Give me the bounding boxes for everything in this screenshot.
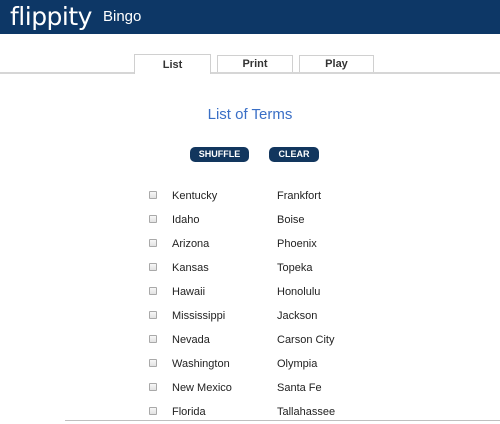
term-label: Arizona [172, 238, 210, 250]
definition-label: Boise [277, 214, 305, 226]
definition-label: Jackson [277, 310, 318, 322]
term-label: Idaho [172, 214, 200, 226]
term-label: Florida [172, 406, 206, 418]
term-checkbox[interactable] [149, 407, 157, 415]
term-checkbox[interactable] [149, 287, 157, 295]
term-row: Kansas Topeka [0, 256, 500, 280]
definition-label: Phoenix [277, 238, 317, 250]
term-label: Kentucky [172, 190, 218, 202]
tabs-divider [0, 72, 500, 74]
page-title: List of Terms [207, 106, 293, 123]
term-row: Idaho Boise [0, 208, 500, 232]
term-label: Nevada [172, 334, 210, 346]
flippity-logo[interactable]: flippity [10, 0, 92, 34]
term-row: Arizona Phoenix [0, 232, 500, 256]
tab-list[interactable]: List [134, 54, 211, 74]
term-row: Nevada Carson City [0, 328, 500, 352]
definition-label: Olympia [277, 358, 318, 370]
term-label: Hawaii [172, 286, 206, 298]
term-label: Mississippi [172, 310, 226, 322]
term-checkbox[interactable] [149, 215, 157, 223]
term-label: New Mexico [172, 382, 232, 394]
shuffle-button[interactable]: SHUFFLE [190, 147, 249, 162]
term-row: Hawaii Honolulu [0, 280, 500, 304]
term-checkbox[interactable] [149, 239, 157, 247]
term-row: Mississippi Jackson [0, 304, 500, 328]
clear-button[interactable]: CLEAR [269, 147, 319, 162]
definition-label: Topeka [277, 262, 313, 274]
term-checkbox[interactable] [149, 383, 157, 391]
term-row: Kentucky Frankfort [0, 184, 500, 208]
definition-label: Santa Fe [277, 382, 322, 394]
term-checkbox[interactable] [149, 359, 157, 367]
definition-label: Tallahassee [277, 406, 336, 418]
tab-print[interactable]: Print [217, 55, 293, 72]
definition-label: Frankfort [277, 190, 322, 202]
term-row: New Mexico Santa Fe [0, 376, 500, 400]
top-bar: flippity Bingo [0, 0, 500, 34]
term-label: Kansas [172, 262, 209, 274]
app-title: Bingo [103, 8, 142, 25]
term-label: Washington [172, 358, 230, 370]
term-checkbox[interactable] [149, 191, 157, 199]
term-checkbox[interactable] [149, 335, 157, 343]
definition-label: Carson City [277, 334, 335, 346]
term-checkbox[interactable] [149, 263, 157, 271]
term-row: Washington Olympia [0, 352, 500, 376]
definition-label: Honolulu [277, 286, 321, 298]
term-checkbox[interactable] [149, 311, 157, 319]
tab-play[interactable]: Play [299, 55, 374, 72]
